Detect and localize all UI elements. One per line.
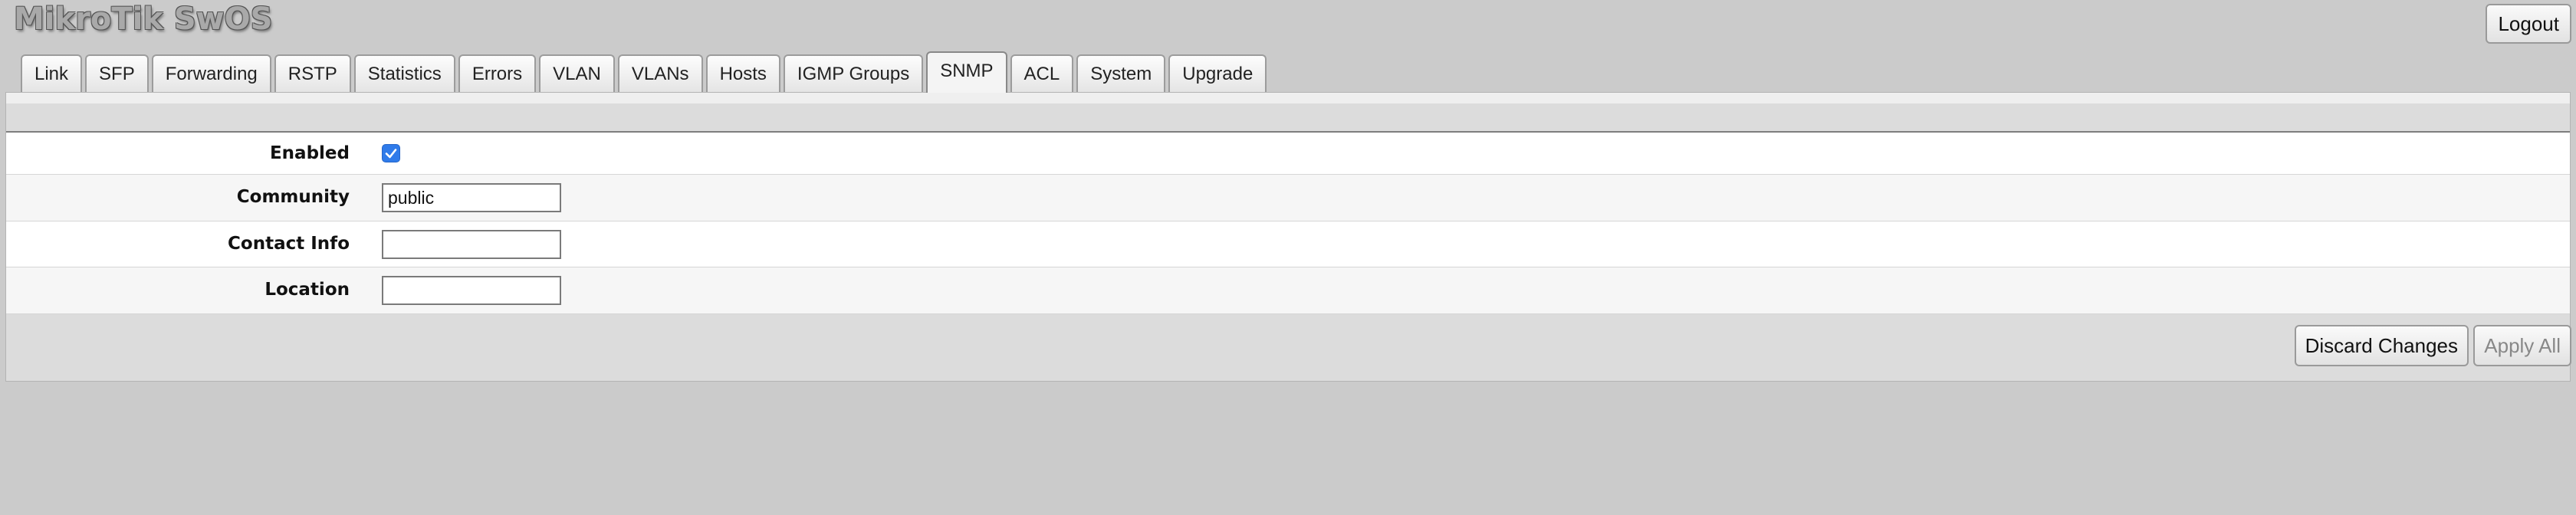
tab-errors[interactable]: Errors [458, 54, 537, 93]
enabled-label: Enabled [269, 143, 350, 163]
tab-statistics[interactable]: Statistics [353, 54, 455, 93]
contact-info-input[interactable] [382, 230, 561, 259]
location-label: Location [264, 280, 350, 300]
contact-info-label: Contact Info [228, 234, 350, 254]
tab-hosts[interactable]: Hosts [705, 54, 780, 93]
tab-vlan[interactable]: VLAN [539, 54, 615, 93]
enabled-checkbox[interactable] [382, 144, 400, 162]
discard-changes-button[interactable]: Discard Changes [2294, 325, 2469, 366]
tab-vlans[interactable]: VLANs [617, 54, 703, 93]
tab-forwarding[interactable]: Forwarding [151, 54, 271, 93]
contact-info-row: Contact Info [6, 221, 2570, 267]
snmp-panel: Enabled Community Contact Info Location [5, 92, 2571, 382]
enabled-row: Enabled [6, 133, 2570, 175]
community-label: Community [236, 187, 350, 207]
tab-igmp-groups[interactable]: IGMP Groups [783, 54, 924, 93]
tab-upgrade[interactable]: Upgrade [1168, 54, 1267, 93]
panel-top-strip [6, 93, 2570, 103]
tab-snmp[interactable]: SNMP [926, 51, 1007, 93]
community-input[interactable] [382, 183, 561, 212]
tab-link[interactable]: Link [21, 54, 83, 93]
tab-acl[interactable]: ACL [1010, 54, 1074, 93]
panel-header-band [6, 103, 2570, 133]
community-row: Community [6, 175, 2570, 221]
brand-logo: MikroTik SwOS [14, 2, 273, 37]
location-row: Location [6, 267, 2570, 314]
tab-rstp[interactable]: RSTP [274, 54, 351, 93]
check-icon [385, 149, 397, 159]
tab-bar: Link SFP Forwarding RSTP Statistics Erro… [21, 51, 1270, 93]
tab-sfp[interactable]: SFP [85, 54, 149, 93]
logout-button[interactable]: Logout [2486, 4, 2571, 44]
location-input[interactable] [382, 276, 561, 305]
tab-system[interactable]: System [1076, 54, 1166, 93]
apply-all-button[interactable]: Apply All [2473, 325, 2571, 366]
